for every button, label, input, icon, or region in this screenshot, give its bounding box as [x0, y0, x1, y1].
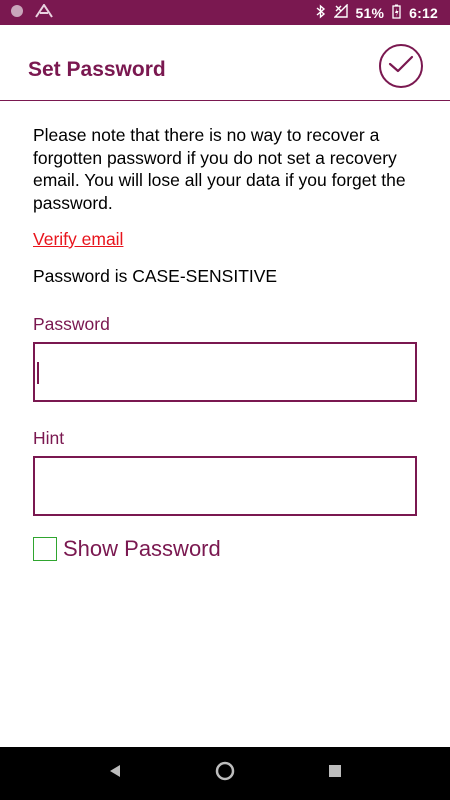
show-password-label: Show Password	[63, 536, 221, 561]
app-bar: Set Password	[0, 25, 450, 101]
signal-off-icon	[332, 3, 348, 21]
confirm-button[interactable]	[379, 44, 423, 88]
hint-field-box[interactable]	[33, 456, 417, 516]
clock: 6:12	[409, 4, 438, 21]
case-sensitive-note: Password is CASE-SENSITIVE	[33, 266, 278, 286]
battery-icon	[392, 4, 401, 22]
recents-button[interactable]	[315, 754, 355, 794]
battery-percent: 51%	[355, 4, 385, 21]
show-password-toggle[interactable]: Show Password	[33, 536, 221, 562]
hint-input[interactable]	[35, 458, 415, 514]
hint-label: Hint	[33, 428, 65, 448]
password-label: Password	[33, 314, 110, 334]
check-icon	[388, 54, 414, 79]
verify-email-link[interactable]: Verify email	[33, 229, 123, 250]
text-caret	[37, 362, 39, 384]
recents-icon	[328, 764, 342, 783]
record-icon	[10, 4, 24, 21]
recovery-note: Please note that there is no way to reco…	[33, 125, 406, 213]
status-bar-left	[10, 3, 54, 21]
password-field-box[interactable]	[33, 342, 417, 402]
status-bar-right: 51% 6:12	[316, 3, 438, 22]
home-button[interactable]	[205, 754, 245, 794]
show-password-checkbox[interactable]	[33, 537, 57, 561]
home-icon	[215, 761, 235, 786]
app-logo-icon	[34, 3, 54, 21]
back-icon	[107, 763, 123, 784]
navigation-bar	[0, 747, 450, 800]
password-input[interactable]	[35, 344, 415, 400]
bluetooth-icon	[316, 3, 326, 22]
status-bar: 51% 6:12	[0, 0, 450, 25]
back-button[interactable]	[95, 754, 135, 794]
page-title: Set Password	[28, 58, 166, 81]
